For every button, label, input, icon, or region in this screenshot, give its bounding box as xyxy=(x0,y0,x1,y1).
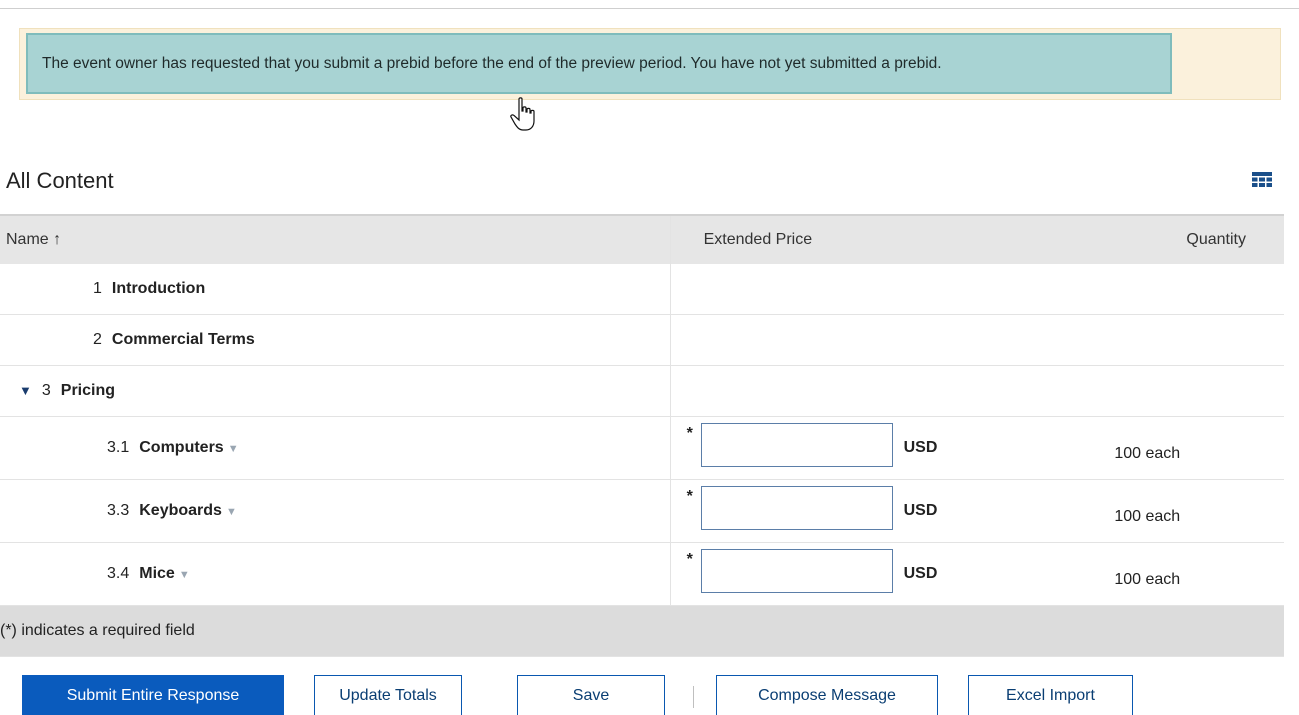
quantity-value: 100 each xyxy=(1054,542,1284,606)
row-price-cell xyxy=(669,264,1055,315)
save-button[interactable]: Save xyxy=(517,675,665,715)
chevron-down-icon[interactable]: ▼ xyxy=(179,569,190,581)
price-input-computers[interactable] xyxy=(700,423,893,467)
row-number: 3.1 xyxy=(107,439,130,456)
row-number: 3 xyxy=(41,382,51,399)
chevron-down-icon[interactable]: ▼ xyxy=(228,443,239,455)
required-field-note: (*) indicates a required field xyxy=(0,605,1284,657)
notice-banner: The event owner has requested that you s… xyxy=(19,28,1281,100)
price-input-keyboards[interactable] xyxy=(700,486,893,530)
column-header-quantity[interactable]: Quantity xyxy=(1054,214,1284,264)
column-header-name[interactable]: Name ↑ xyxy=(0,214,671,264)
row-name-cell: 2 Commercial Terms xyxy=(0,314,671,366)
currency-label: USD xyxy=(903,565,938,582)
hand-pointer-icon xyxy=(510,97,535,131)
row-name-cell: ▼ 3 Pricing xyxy=(0,365,671,417)
row-name-cell: 3.3 Keyboards ▼ xyxy=(0,479,671,543)
row-price-cell: * USD xyxy=(669,479,1055,543)
excel-import-button[interactable]: Excel Import xyxy=(968,675,1133,715)
row-price-cell: * USD xyxy=(669,416,1055,480)
row-label[interactable]: Pricing xyxy=(61,382,115,399)
row-number: 2 xyxy=(93,331,102,348)
chevron-down-icon[interactable]: ▼ xyxy=(226,506,237,518)
column-header-price[interactable]: Extended Price xyxy=(669,214,1055,264)
row-qty-cell xyxy=(1054,365,1284,417)
content-table: Name ↑ Extended Price Quantity 1 Introduc… xyxy=(0,214,1284,657)
table-row[interactable]: 3.3 Keyboards ▼ * USD 100 each xyxy=(0,479,1284,543)
row-number: 3.3 xyxy=(107,502,130,519)
currency-label: USD xyxy=(903,439,938,456)
quantity-value: 100 each xyxy=(1054,479,1284,543)
row-qty-cell xyxy=(1054,314,1284,366)
currency-label: USD xyxy=(903,502,938,519)
table-row[interactable]: ▼ 3 Pricing xyxy=(0,365,1284,417)
quantity-value: 100 each xyxy=(1054,416,1284,480)
row-name-cell: 1 Introduction xyxy=(0,264,671,315)
required-marker: * xyxy=(686,425,693,442)
price-input-mice[interactable] xyxy=(700,549,893,593)
row-name-cell: 3.1 Computers ▼ xyxy=(0,416,671,480)
compose-message-button[interactable]: Compose Message xyxy=(716,675,938,715)
update-totals-button[interactable]: Update Totals xyxy=(314,675,462,715)
row-price-cell: * USD xyxy=(669,542,1055,606)
row-price-cell xyxy=(669,314,1055,366)
row-label[interactable]: Computers xyxy=(139,439,223,456)
notice-message: The event owner has requested that you s… xyxy=(26,33,1172,94)
table-header-row: Name ↑ Extended Price Quantity xyxy=(0,214,1284,264)
triangle-down-icon[interactable]: ▼ xyxy=(19,383,32,398)
row-name-cell: 3.4 Mice ▼ xyxy=(0,542,671,606)
top-divider xyxy=(0,8,1299,9)
row-number: 3.4 xyxy=(107,565,130,582)
row-label[interactable]: Commercial Terms xyxy=(112,331,255,348)
section-title: All Content xyxy=(6,168,114,193)
row-label[interactable]: Keyboards xyxy=(139,502,222,519)
required-marker: * xyxy=(686,488,693,505)
table-grid-icon[interactable] xyxy=(1252,172,1272,188)
table-footer: (*) indicates a required field xyxy=(0,605,1284,657)
button-divider xyxy=(693,686,694,708)
table-row[interactable]: 2 Commercial Terms xyxy=(0,314,1284,366)
row-label[interactable]: Mice xyxy=(139,565,175,582)
table-row[interactable]: 3.4 Mice ▼ * USD 100 each xyxy=(0,542,1284,606)
table-row[interactable]: 3.1 Computers ▼ * USD 100 each xyxy=(0,416,1284,480)
submit-response-button[interactable]: Submit Entire Response xyxy=(22,675,284,715)
required-marker: * xyxy=(686,551,693,568)
row-price-cell xyxy=(669,365,1055,417)
row-label[interactable]: Introduction xyxy=(112,280,205,297)
row-number: 1 xyxy=(93,280,102,297)
table-row[interactable]: 1 Introduction xyxy=(0,264,1284,315)
row-qty-cell xyxy=(1054,264,1284,315)
